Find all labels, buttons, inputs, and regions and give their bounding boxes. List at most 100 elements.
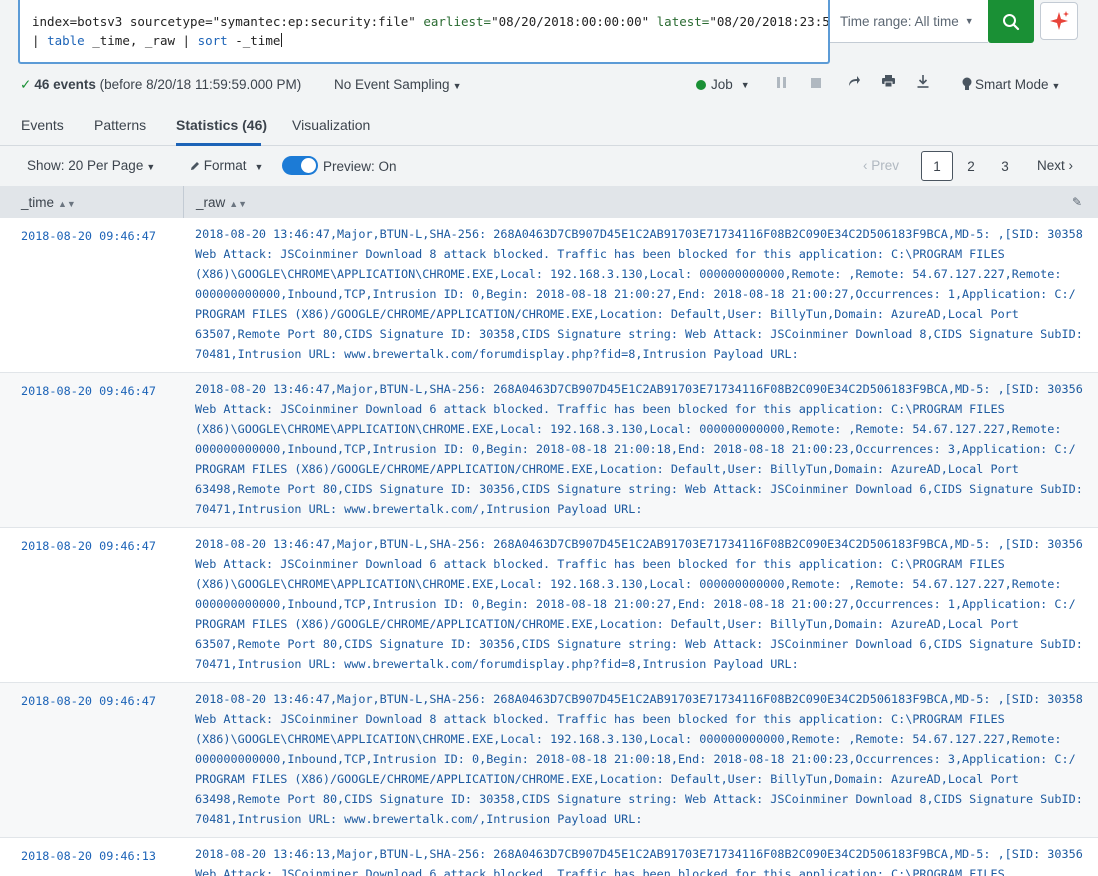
chevron-left-icon: ‹: [863, 158, 868, 173]
chevron-down-icon: ▼: [254, 162, 264, 172]
table-row[interactable]: 2018-08-20 09:46:47 2018-08-20 13:46:47,M…: [0, 218, 1098, 373]
raw-line: 000000000000,Inbound,TCP,Intrusion ID: 0…: [195, 287, 1076, 301]
pause-icon[interactable]: [777, 76, 786, 91]
preview-toggle[interactable]: [282, 156, 318, 175]
page-1-button[interactable]: 1: [921, 151, 953, 181]
sort-icon: ▲▼: [229, 199, 248, 209]
raw-line: 63498,Remote Port 80,CIDS Signature ID: …: [195, 482, 1083, 496]
query-token: table: [47, 33, 85, 48]
raw-line: Web Attack: JSCoinminer Download 6 attac…: [195, 402, 1005, 416]
time-range-label: Time range: All time: [840, 13, 959, 29]
raw-line: 2018-08-20 13:46:13,Major,BTUN-L,SHA-256…: [195, 847, 1083, 861]
search-button[interactable]: [988, 0, 1034, 43]
events-count: 46 events: [34, 77, 96, 92]
cell-raw[interactable]: 2018-08-20 13:46:13,Major,BTUN-L,SHA-256…: [195, 838, 1083, 876]
raw-line: 000000000000,Inbound,TCP,Intrusion ID: 0…: [195, 752, 1076, 766]
column-header-time-label: _time: [21, 195, 55, 210]
raw-line: 000000000000,Inbound,TCP,Intrusion ID: 0…: [195, 597, 1076, 611]
cell-raw[interactable]: 2018-08-20 13:46:47,Major,BTUN-L,SHA-256…: [195, 528, 1083, 682]
search-icon: [1003, 13, 1020, 30]
events-summary: ✓ 46 events (before 8/20/18 11:59:59.000 …: [20, 77, 301, 93]
pencil-icon: [191, 162, 199, 170]
print-icon[interactable]: [882, 75, 895, 90]
raw-line: Web Attack: JSCoinminer Download 8 attac…: [195, 247, 1005, 261]
tab-visualization[interactable]: Visualization: [292, 117, 370, 133]
raw-line: Web Attack: JSCoinminer Download 6 attac…: [195, 557, 1005, 571]
raw-line: PROGRAM FILES (X86)/GOOGLE/CHROME/APPLIC…: [195, 307, 1019, 321]
raw-line: 63507,Remote Port 80,CIDS Signature ID: …: [195, 637, 1083, 651]
table-row[interactable]: 2018-08-20 09:46:47 2018-08-20 13:46:47,M…: [0, 683, 1098, 838]
tab-statistics[interactable]: Statistics (46): [176, 117, 267, 133]
raw-line: 2018-08-20 13:46:47,Major,BTUN-L,SHA-256…: [195, 382, 1083, 396]
page-2-button[interactable]: 2: [955, 151, 987, 181]
search-query-input[interactable]: index=botsv3 sourcetype="symantec:ep:sec…: [18, 0, 830, 64]
cell-time[interactable]: 2018-08-20 09:46:47: [21, 536, 156, 556]
prev-label: Prev: [871, 158, 900, 173]
cell-time[interactable]: 2018-08-20 09:46:47: [21, 226, 156, 246]
edit-column-icon[interactable]: ✎: [1072, 195, 1082, 209]
table-row[interactable]: 2018-08-20 09:46:47 2018-08-20 13:46:47,M…: [0, 373, 1098, 528]
search-query-line-1: index=botsv3 sourcetype="symantec:ep:sec…: [32, 12, 828, 31]
per-page-label: Show: 20 Per Page: [27, 158, 144, 173]
results-table-body: 2018-08-20 09:46:47 2018-08-20 13:46:47,M…: [0, 218, 1098, 876]
raw-line: 000000000000,Inbound,TCP,Intrusion ID: 0…: [195, 442, 1076, 456]
raw-line: PROGRAM FILES (X86)/GOOGLE/CHROME/APPLIC…: [195, 462, 1019, 476]
raw-line: 70471,Intrusion URL: www.brewertalk.com/…: [195, 657, 799, 671]
query-token: index=botsv3 sourcetype="symantec:ep:sec…: [32, 14, 424, 29]
cell-time[interactable]: 2018-08-20 09:46:13: [21, 846, 156, 866]
format-label: Format: [203, 158, 247, 173]
event-sampling-dropdown[interactable]: No Event Sampling ▼: [334, 77, 461, 92]
event-sampling-label: No Event Sampling: [334, 77, 450, 92]
ai-assistant-button[interactable]: [1040, 2, 1078, 40]
per-page-dropdown[interactable]: Show: 20 Per Page ▼: [27, 158, 155, 173]
raw-line: PROGRAM FILES (X86)/GOOGLE/CHROME/APPLIC…: [195, 772, 1019, 786]
table-row[interactable]: 2018-08-20 09:46:13 2018-08-20 13:46:13,M…: [0, 838, 1098, 876]
check-icon: ✓: [20, 77, 32, 92]
table-row[interactable]: 2018-08-20 09:46:47 2018-08-20 13:46:47,M…: [0, 528, 1098, 683]
cell-raw[interactable]: 2018-08-20 13:46:47,Major,BTUN-L,SHA-256…: [195, 683, 1083, 837]
query-token: "08/20/2018:00:00:00": [491, 14, 657, 29]
raw-line: 2018-08-20 13:46:47,Major,BTUN-L,SHA-256…: [195, 692, 1083, 706]
prev-page-button[interactable]: ‹ Prev: [863, 158, 899, 173]
tab-events[interactable]: Events: [21, 117, 64, 133]
cell-raw[interactable]: 2018-08-20 13:46:47,Major,BTUN-L,SHA-256…: [195, 373, 1083, 527]
raw-line: (X86)\GOOGLE\CHROME\APPLICATION\CHROME.E…: [195, 732, 1062, 746]
search-mode-dropdown[interactable]: Smart Mode ▼: [962, 77, 1060, 92]
raw-line: 63498,Remote Port 80,CIDS Signature ID: …: [195, 792, 1083, 806]
query-token: latest=: [656, 14, 710, 29]
raw-line: 2018-08-20 13:46:47,Major,BTUN-L,SHA-256…: [195, 227, 1083, 241]
cell-raw[interactable]: 2018-08-20 13:46:47,Major,BTUN-L,SHA-256…: [195, 218, 1083, 372]
cell-time[interactable]: 2018-08-20 09:46:47: [21, 381, 156, 401]
table-header: _time ▲▼ _raw ▲▼ ✎: [0, 186, 1098, 218]
query-token: sort: [197, 33, 228, 48]
query-token: -_time: [227, 33, 281, 48]
results-toolbar: Show: 20 Per Page ▼ Format ▼ Preview: On ‹…: [0, 146, 1098, 186]
download-icon[interactable]: [917, 75, 929, 91]
raw-line: Web Attack: JSCoinminer Download 8 attac…: [195, 712, 1005, 726]
query-token: _time, _raw |: [84, 33, 198, 48]
share-icon[interactable]: [848, 75, 861, 90]
preview-label: Preview: On: [323, 159, 397, 174]
raw-line: PROGRAM FILES (X86)/GOOGLE/CHROME/APPLIC…: [195, 617, 1019, 631]
column-header-time[interactable]: _time ▲▼: [21, 195, 76, 210]
cell-time[interactable]: 2018-08-20 09:46:47: [21, 691, 156, 711]
time-range-picker[interactable]: Time range: All time ▼: [830, 0, 988, 43]
page-3-button[interactable]: 3: [989, 151, 1021, 181]
raw-line: 70481,Intrusion URL: www.brewertalk.com/…: [195, 812, 643, 826]
sort-icon: ▲▼: [58, 199, 76, 209]
stop-icon[interactable]: [811, 76, 821, 91]
next-page-button[interactable]: Next ›: [1037, 158, 1073, 173]
format-dropdown[interactable]: Format ▼: [190, 158, 263, 173]
raw-line: (X86)\GOOGLE\CHROME\APPLICATION\CHROME.E…: [195, 422, 1062, 436]
results-tabs: Events Patterns Statistics (46) Visualiz…: [0, 104, 1098, 146]
column-header-raw[interactable]: _raw ▲▼: [196, 195, 247, 210]
job-menu[interactable]: Job ▼: [696, 77, 750, 92]
query-token: "08/20/2018:23:59:59": [709, 14, 830, 29]
job-status-icon: [696, 79, 706, 90]
raw-line: (X86)\GOOGLE\CHROME\APPLICATION\CHROME.E…: [195, 577, 1062, 591]
chevron-down-icon: ▼: [1051, 81, 1061, 91]
text-cursor: [281, 33, 283, 47]
tab-patterns[interactable]: Patterns: [94, 117, 146, 133]
column-header-raw-label: _raw: [196, 195, 226, 210]
raw-line: Web Attack: JSCoinminer Download 6 attac…: [195, 867, 1005, 876]
